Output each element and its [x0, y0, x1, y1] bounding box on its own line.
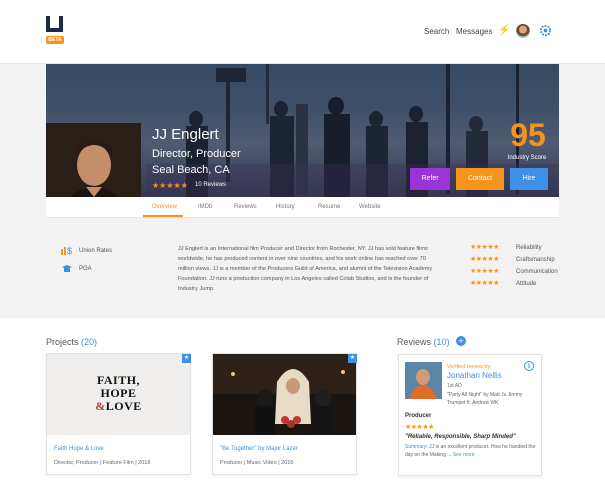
gear-icon[interactable]: [539, 24, 552, 37]
beta-badge: BETA: [46, 36, 64, 44]
site-logo[interactable]: BETA: [46, 14, 66, 46]
skill-stars-craftsmanship: ★★★★★: [470, 256, 499, 263]
union-rates-icon: $: [61, 246, 72, 255]
projects-heading-label: Projects: [46, 337, 79, 347]
profile-bio: JJ Englert is an International film Prod…: [178, 246, 433, 292]
pga-icon: [62, 265, 72, 272]
profile-tabs: Overview IMDb Reviews History Resume Web…: [46, 197, 559, 218]
user-avatar[interactable]: [516, 24, 530, 38]
lightning-icon[interactable]: ⚡: [498, 25, 510, 36]
skill-label-reliability: Reliability: [516, 245, 542, 251]
add-review-button[interactable]: +: [456, 336, 466, 346]
project-meta: Producer | Music Video | 2016: [220, 460, 294, 466]
bookmark-star-icon[interactable]: ★: [348, 354, 357, 363]
project-card-be-together[interactable]: ★ "Be Together" by Major Lazer Producer …: [212, 353, 357, 475]
project-poster-faith-hope-love: FAITH, HOPE &LOVE: [47, 354, 190, 435]
pga-label: PGA: [79, 266, 92, 272]
profile-location: Seal Beach, CA: [152, 164, 230, 176]
profile-rating-stars: ★★★★★: [152, 181, 188, 190]
reviews-heading-label: Reviews: [397, 337, 432, 347]
industry-score-value: 95: [510, 117, 546, 153]
review-card: Verified review by: Jonathan Nellis 1st …: [398, 354, 542, 476]
reviewer-project: "Party All Night" by Matt Ju Jimmy Trump…: [447, 392, 523, 406]
see-more-link[interactable]: See more: [453, 452, 475, 458]
review-summary-label: Summary:: [405, 444, 428, 450]
tab-history[interactable]: History: [276, 204, 295, 210]
nav-search-link[interactable]: Search: [424, 27, 449, 36]
tab-imdb[interactable]: IMDb: [198, 204, 212, 210]
skill-stars-communication: ★★★★★: [470, 268, 499, 275]
active-tab-indicator: [143, 215, 183, 217]
svg-text:$: $: [67, 246, 72, 255]
union-rates-label: Union Rates: [79, 248, 113, 254]
profile-name: JJ Englert: [152, 126, 219, 143]
info-icon[interactable]: i: [524, 361, 534, 371]
top-navigation-bar: BETA Search Messages ⚡: [0, 0, 605, 64]
reviewer-name[interactable]: Jonathan Nellis: [447, 371, 502, 380]
music-video-still: [213, 354, 356, 435]
review-quote: "Reliable, Responsible, Sharp Minded": [405, 434, 516, 440]
reviews-heading: Reviews (10): [397, 337, 450, 347]
reviewer-photo[interactable]: [405, 362, 442, 399]
review-summary: Summary: JJ is an excellent producer. Ho…: [405, 443, 539, 459]
tab-website[interactable]: Website: [359, 204, 381, 210]
review-category: Producer: [405, 413, 432, 419]
poster-line-love: &LOVE: [47, 400, 190, 413]
nav-messages-link[interactable]: Messages: [456, 27, 492, 36]
review-stars: ★★★★★: [405, 424, 434, 431]
skill-label-communication: Communication: [516, 269, 558, 275]
reviewer-role: 1st AD: [447, 383, 462, 389]
poster-title-text: FAITH, HOPE &LOVE: [47, 374, 190, 413]
reviews-count[interactable]: (10): [434, 337, 450, 347]
industry-score-label: Industry Score: [507, 155, 547, 161]
projects-count[interactable]: (20): [81, 337, 97, 347]
tab-resume[interactable]: Resume: [318, 204, 340, 210]
tab-reviews[interactable]: Reviews: [234, 204, 257, 210]
logo-bar-bottom: [46, 28, 63, 32]
refer-button[interactable]: Refer: [410, 168, 450, 190]
project-title[interactable]: "Be Together" by Major Lazer: [220, 446, 298, 452]
profile-title: Director, Producer: [152, 148, 241, 160]
bookmark-star-icon[interactable]: ★: [182, 354, 191, 363]
poster-ampersand: &: [95, 399, 106, 413]
hire-button[interactable]: Hire: [510, 168, 548, 190]
poster-word-love: LOVE: [105, 399, 142, 413]
tab-overview[interactable]: Overview: [152, 204, 177, 210]
contact-button[interactable]: Contact: [456, 168, 504, 190]
verified-review-label: Verified review by:: [447, 364, 492, 370]
profile-review-count[interactable]: 10 Reviews: [195, 182, 226, 188]
skill-label-craftsmanship: Craftsmanship: [516, 257, 555, 263]
skill-stars-reliability: ★★★★★: [470, 244, 499, 251]
project-meta: Director, Producer | Feature Film | 2018: [54, 460, 151, 466]
project-title[interactable]: Faith Hope & Love: [54, 446, 104, 452]
skill-label-attitude: Attitude: [516, 281, 537, 287]
skill-stars-attitude: ★★★★★: [470, 280, 499, 287]
reviewer-portrait: [405, 362, 442, 399]
projects-heading: Projects (20): [46, 337, 97, 347]
project-card-faith-hope-love[interactable]: FAITH, HOPE &LOVE ★ Faith Hope & Love Di…: [46, 353, 191, 475]
project-thumbnail-be-together: [213, 354, 356, 435]
